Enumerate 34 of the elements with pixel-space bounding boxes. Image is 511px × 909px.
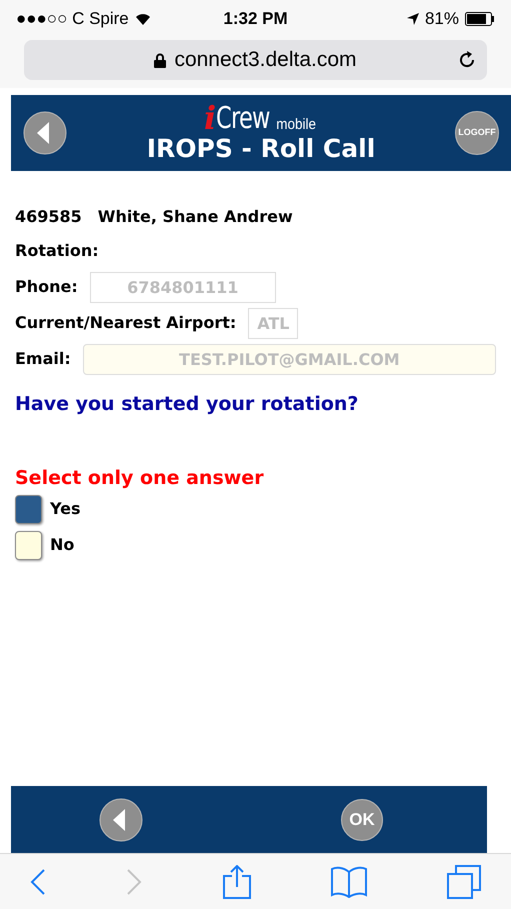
crew-id: 469585	[15, 206, 82, 228]
text-field[interactable]: ATL	[248, 308, 298, 338]
back-button[interactable]	[99, 798, 143, 842]
tabs-icon[interactable]	[447, 864, 481, 898]
email-field[interactable]: TEST.PILOT@GMAIL.COM	[82, 344, 496, 374]
share-icon[interactable]	[222, 864, 250, 898]
field-label: Phone:	[15, 276, 78, 298]
bookmarks-icon[interactable]	[330, 866, 367, 898]
crew-name: White, Shane Andrew	[98, 206, 293, 228]
field-label: Rotation:	[15, 240, 99, 262]
clock-text: 1:32 PM	[223, 9, 288, 28]
reload-icon[interactable]	[457, 50, 477, 70]
logoff-button[interactable]: LOGOFF	[455, 111, 499, 155]
lock-icon	[154, 52, 166, 68]
page-title: IROPS - Roll Call	[146, 134, 376, 164]
battery-percent: 81%	[424, 8, 459, 30]
field-label: Email:	[15, 348, 71, 370]
url-text: connect3.delta.com	[174, 47, 357, 74]
instruction-text: Select only one answer	[15, 466, 264, 491]
field-label: Current/Nearest Airport:	[15, 312, 236, 334]
battery-icon	[465, 12, 495, 26]
question-text: Have you started your rotation?	[15, 392, 358, 417]
ok-button[interactable]: OK	[341, 798, 383, 840]
checkbox[interactable]	[15, 530, 42, 560]
answer-label: No	[50, 534, 74, 556]
back-button[interactable]	[23, 111, 67, 155]
carrier-text: ●●●○○ C Spire	[16, 8, 129, 30]
text-field[interactable]: 6784801111	[90, 272, 276, 302]
location-arrow-icon	[406, 13, 419, 25]
answer-label: Yes	[50, 498, 80, 520]
app-logo: iCrew mobile	[204, 102, 317, 134]
checkbox[interactable]	[15, 494, 42, 524]
wifi-icon	[134, 13, 151, 25]
address-bar[interactable]: connect3.delta.com	[24, 40, 487, 80]
